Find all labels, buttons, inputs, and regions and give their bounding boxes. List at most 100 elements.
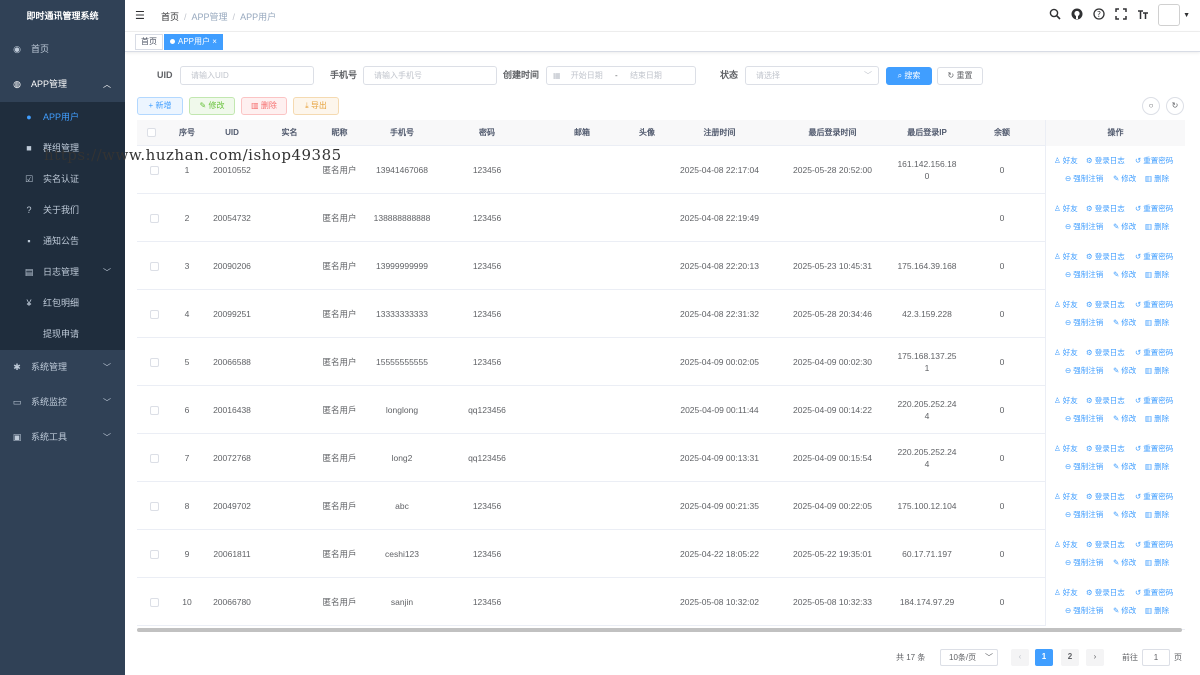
sidebar-item-about[interactable]: ? 关于我们 (0, 195, 125, 226)
export-button[interactable]: ⤓ 导出 (293, 97, 339, 115)
sidebar-item-redpacket[interactable]: ¥ 红包明细 (0, 288, 125, 319)
row-checkbox[interactable] (147, 434, 161, 482)
reset-password-action[interactable]: ↺ 重置密码 (1135, 299, 1173, 310)
friends-action[interactable]: ♙ 好友 (1054, 395, 1078, 406)
row-checkbox[interactable] (147, 242, 161, 290)
row-delete-action[interactable]: ▥ 删除 (1145, 173, 1169, 184)
sidebar-item-home[interactable]: ◉ 首页 (0, 32, 125, 67)
reset-password-action[interactable]: ↺ 重置密码 (1135, 347, 1173, 358)
login-log-action[interactable]: ⚙ 登录日志 (1086, 203, 1125, 214)
login-log-action[interactable]: ⚙ 登录日志 (1086, 395, 1125, 406)
row-delete-action[interactable]: ▥ 删除 (1145, 269, 1169, 280)
friends-action[interactable]: ♙ 好友 (1054, 491, 1078, 502)
sidebar-item-monitor[interactable]: ▭ 系统监控 ﹀ (0, 385, 125, 420)
caret-down-icon[interactable]: ▼ (1183, 12, 1190, 19)
login-log-action[interactable]: ⚙ 登录日志 (1086, 491, 1125, 502)
force-logout-action[interactable]: ⊖ 强制注销 (1065, 173, 1103, 184)
login-log-action[interactable]: ⚙ 登录日志 (1086, 251, 1125, 262)
friends-action[interactable]: ♙ 好友 (1054, 539, 1078, 550)
delete-button[interactable]: ▥ 删除 (241, 97, 287, 115)
login-log-action[interactable]: ⚙ 登录日志 (1086, 539, 1125, 550)
login-log-action[interactable]: ⚙ 登录日志 (1086, 299, 1125, 310)
reset-button[interactable]: ↻ 重置 (937, 67, 983, 85)
friends-action[interactable]: ♙ 好友 (1054, 443, 1078, 454)
tag-home[interactable]: 首页 (135, 34, 163, 50)
row-delete-action[interactable]: ▥ 删除 (1145, 365, 1169, 376)
search-button[interactable]: ⌕ 搜索 (886, 67, 932, 85)
avatar[interactable] (1158, 4, 1181, 26)
force-logout-action[interactable]: ⊖ 强制注销 (1065, 221, 1103, 232)
row-checkbox[interactable] (147, 578, 161, 626)
edit-button[interactable]: ✎ 修改 (189, 97, 235, 115)
github-icon[interactable] (1066, 8, 1088, 23)
help-icon[interactable]: ? (1088, 7, 1110, 23)
reset-password-action[interactable]: ↺ 重置密码 (1135, 203, 1173, 214)
page-size-select[interactable]: 10条/页 ﹀ (940, 649, 998, 666)
sidebar-item-logs[interactable]: ▤ 日志管理 ﹀ (0, 257, 125, 288)
force-logout-action[interactable]: ⊖ 强制注销 (1065, 557, 1103, 568)
reset-password-action[interactable]: ↺ 重置密码 (1135, 251, 1173, 262)
force-logout-action[interactable]: ⊖ 强制注销 (1065, 365, 1103, 376)
start-date[interactable]: 开始日期 (571, 71, 603, 80)
horizontal-scrollbar[interactable] (137, 628, 1182, 632)
add-button[interactable]: + 新增 (137, 97, 183, 115)
row-checkbox[interactable] (147, 530, 161, 578)
select-all-checkbox[interactable] (147, 128, 161, 137)
sidebar-item-withdraw[interactable]: 提现申请 (0, 319, 125, 350)
row-checkbox[interactable] (147, 386, 161, 434)
end-date[interactable]: 结束日期 (630, 71, 662, 80)
row-edit-action[interactable]: ✎ 修改 (1113, 317, 1136, 328)
page-1-button[interactable]: 1 (1035, 649, 1053, 666)
force-logout-action[interactable]: ⊖ 强制注销 (1065, 269, 1103, 280)
sidebar-item-realname[interactable]: ☑ 实名认证 (0, 164, 125, 195)
row-delete-action[interactable]: ▥ 删除 (1145, 605, 1169, 616)
row-delete-action[interactable]: ▥ 删除 (1145, 557, 1169, 568)
friends-action[interactable]: ♙ 好友 (1054, 203, 1078, 214)
prev-page-button[interactable]: ‹ (1011, 649, 1029, 666)
row-edit-action[interactable]: ✎ 修改 (1113, 509, 1136, 520)
row-edit-action[interactable]: ✎ 修改 (1113, 413, 1136, 424)
force-logout-action[interactable]: ⊖ 强制注销 (1065, 509, 1103, 520)
force-logout-action[interactable]: ⊖ 强制注销 (1065, 317, 1103, 328)
reset-password-action[interactable]: ↺ 重置密码 (1135, 395, 1173, 406)
sidebar-item-app-users[interactable]: ● APP用户 (0, 102, 125, 133)
force-logout-action[interactable]: ⊖ 强制注销 (1065, 413, 1103, 424)
force-logout-action[interactable]: ⊖ 强制注销 (1065, 605, 1103, 616)
row-edit-action[interactable]: ✎ 修改 (1113, 461, 1136, 472)
fullscreen-icon[interactable] (1110, 7, 1132, 23)
row-edit-action[interactable]: ✎ 修改 (1113, 269, 1136, 280)
row-delete-action[interactable]: ▥ 删除 (1145, 413, 1169, 424)
row-delete-action[interactable]: ▥ 删除 (1145, 317, 1169, 328)
refresh-button[interactable]: ↻ (1166, 97, 1184, 115)
phone-input[interactable]: 请输入手机号 (363, 66, 497, 85)
login-log-action[interactable]: ⚙ 登录日志 (1086, 443, 1125, 454)
friends-action[interactable]: ♙ 好友 (1054, 347, 1078, 358)
goto-page-input[interactable]: 1 (1142, 649, 1170, 666)
login-log-action[interactable]: ⚙ 登录日志 (1086, 347, 1125, 358)
reset-password-action[interactable]: ↺ 重置密码 (1135, 587, 1173, 598)
sidebar-item-notice[interactable]: ▪ 通知公告 (0, 226, 125, 257)
reset-password-action[interactable]: ↺ 重置密码 (1135, 539, 1173, 550)
row-checkbox[interactable] (147, 338, 161, 386)
login-log-action[interactable]: ⚙ 登录日志 (1086, 155, 1125, 166)
reset-password-action[interactable]: ↺ 重置密码 (1135, 155, 1173, 166)
close-icon[interactable]: × (212, 37, 217, 46)
row-edit-action[interactable]: ✎ 修改 (1113, 173, 1136, 184)
row-edit-action[interactable]: ✎ 修改 (1113, 605, 1136, 616)
sidebar-item-system[interactable]: ✱ 系统管理 ﹀ (0, 350, 125, 385)
breadcrumb-home[interactable]: 首页 (161, 12, 179, 22)
reset-password-action[interactable]: ↺ 重置密码 (1135, 443, 1173, 454)
sidebar-item-app-management[interactable]: ◍ APP管理 ︿ (0, 67, 125, 102)
force-logout-action[interactable]: ⊖ 强制注销 (1065, 461, 1103, 472)
font-size-icon[interactable] (1132, 8, 1154, 23)
row-delete-action[interactable]: ▥ 删除 (1145, 461, 1169, 472)
date-range-picker[interactable]: ▦ 开始日期 - 结束日期 (546, 66, 696, 85)
friends-action[interactable]: ♙ 好友 (1054, 155, 1078, 166)
next-page-button[interactable]: › (1086, 649, 1104, 666)
tag-app-users[interactable]: APP用户 × (164, 34, 223, 50)
reset-password-action[interactable]: ↺ 重置密码 (1135, 491, 1173, 502)
row-checkbox[interactable] (147, 194, 161, 242)
row-checkbox[interactable] (147, 290, 161, 338)
friends-action[interactable]: ♙ 好友 (1054, 587, 1078, 598)
friends-action[interactable]: ♙ 好友 (1054, 299, 1078, 310)
